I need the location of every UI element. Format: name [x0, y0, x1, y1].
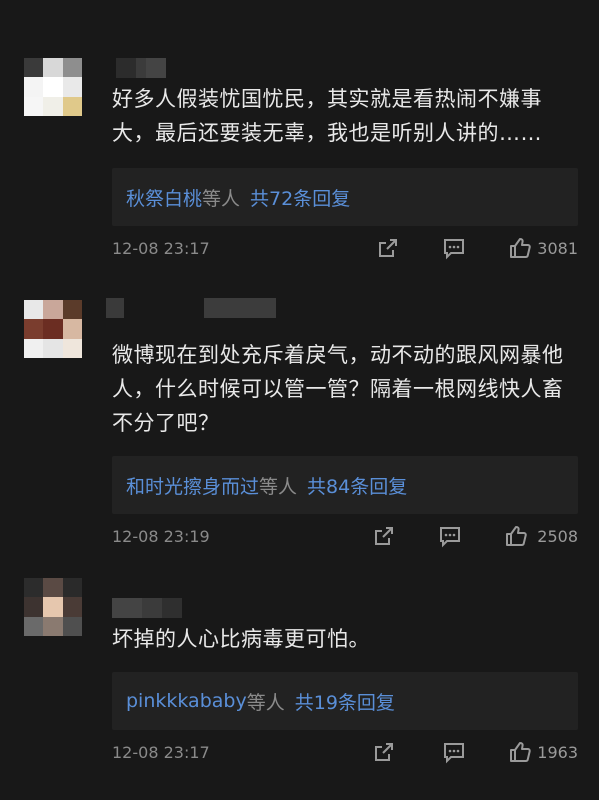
- username[interactable]: [106, 298, 276, 318]
- reply-etc: 等人: [202, 187, 241, 210]
- timestamp: 12-08 23:19: [112, 527, 210, 546]
- reply-count[interactable]: 共19条回复: [295, 688, 395, 715]
- avatar[interactable]: [24, 58, 82, 116]
- username[interactable]: [116, 58, 166, 78]
- timestamp: 12-08 23:17: [112, 743, 210, 762]
- like-count: 2508: [537, 527, 578, 546]
- comment-icon[interactable]: [442, 740, 468, 766]
- share-icon[interactable]: [372, 524, 398, 550]
- reply-etc: 等人: [246, 691, 285, 714]
- reply-count[interactable]: 共72条回复: [250, 184, 350, 211]
- comment-text: 微博现在到处充斥着戾气，动不动的跟风网暴他人，什么时候可以管一管？隔着一根网线快…: [112, 343, 564, 435]
- like-count: 3081: [537, 239, 578, 258]
- thumbs-up-icon[interactable]: [508, 236, 534, 262]
- thumbs-up-icon[interactable]: [504, 524, 530, 550]
- username[interactable]: [112, 598, 182, 618]
- share-icon[interactable]: [376, 236, 402, 262]
- comment-text: 好多人假装忧国忧民，其实就是看热闹不嫌事大，最后还要装无辜，我也是听别人讲的……: [112, 87, 542, 145]
- replies-link[interactable]: 秋祭白桃 等人 共72条回复: [112, 168, 578, 226]
- reply-users[interactable]: pinkkkababy: [126, 690, 247, 712]
- thumbs-up-icon[interactable]: [508, 740, 534, 766]
- comment-meta: 12-08 23:17 3081: [112, 236, 578, 266]
- avatar[interactable]: [24, 300, 82, 358]
- timestamp: 12-08 23:17: [112, 239, 210, 258]
- comment-text: 坏掉的人心比病毒更可怕。: [112, 627, 370, 651]
- comment-icon[interactable]: [438, 524, 464, 550]
- replies-link[interactable]: 和时光擦身而过 等人 共84条回复: [112, 456, 578, 514]
- reply-users[interactable]: 秋祭白桃: [126, 184, 202, 211]
- replies-link[interactable]: pinkkkababy 等人 共19条回复: [112, 672, 578, 730]
- reply-count[interactable]: 共84条回复: [307, 472, 407, 499]
- comment-icon[interactable]: [442, 236, 468, 262]
- share-icon[interactable]: [372, 740, 398, 766]
- like-count: 1963: [537, 743, 578, 762]
- comment-meta: 12-08 23:17 1963: [112, 740, 578, 770]
- reply-users[interactable]: 和时光擦身而过: [126, 472, 259, 499]
- avatar[interactable]: [24, 578, 82, 636]
- reply-etc: 等人: [259, 475, 298, 498]
- comment-meta: 12-08 23:19 2508: [112, 524, 578, 554]
